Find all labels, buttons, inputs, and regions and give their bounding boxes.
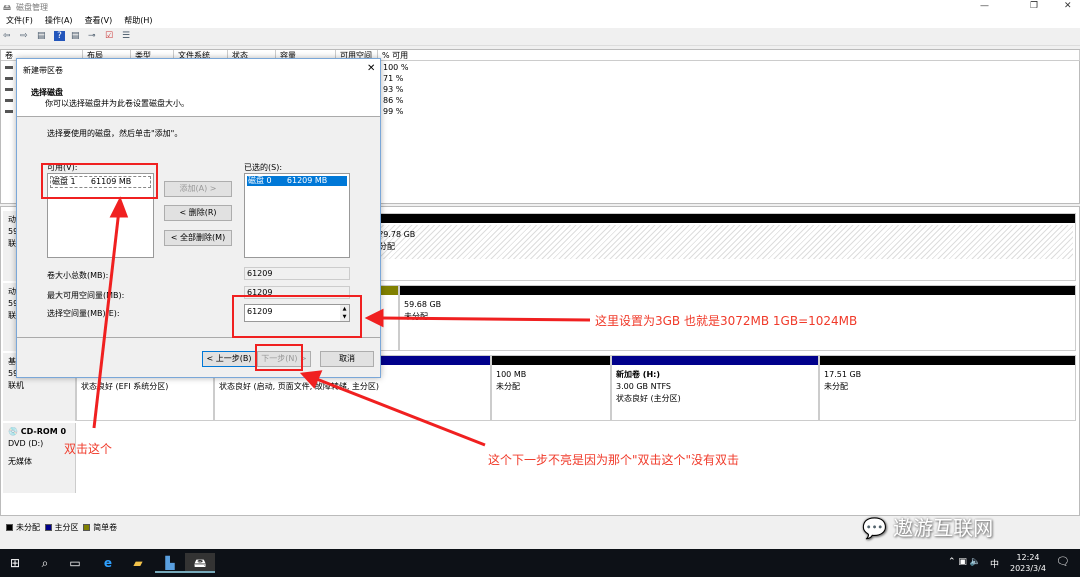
arrowhead	[109, 196, 129, 218]
arrow-double-click	[92, 209, 121, 429]
arrowhead	[299, 370, 323, 389]
annotation-arrows	[92, 196, 591, 447]
arrow-set-size	[379, 316, 591, 322]
annotation-set-size: 这里设置为3GB 也就是3072MB 1GB=1024MB	[595, 314, 858, 328]
arrow-next	[313, 376, 486, 447]
annotation-double-click: 双击这个	[64, 442, 113, 456]
arrowhead	[364, 308, 384, 328]
annotation-next-disabled: 这个下一步不亮是因为那个"双击这个"没有双击	[488, 453, 740, 467]
